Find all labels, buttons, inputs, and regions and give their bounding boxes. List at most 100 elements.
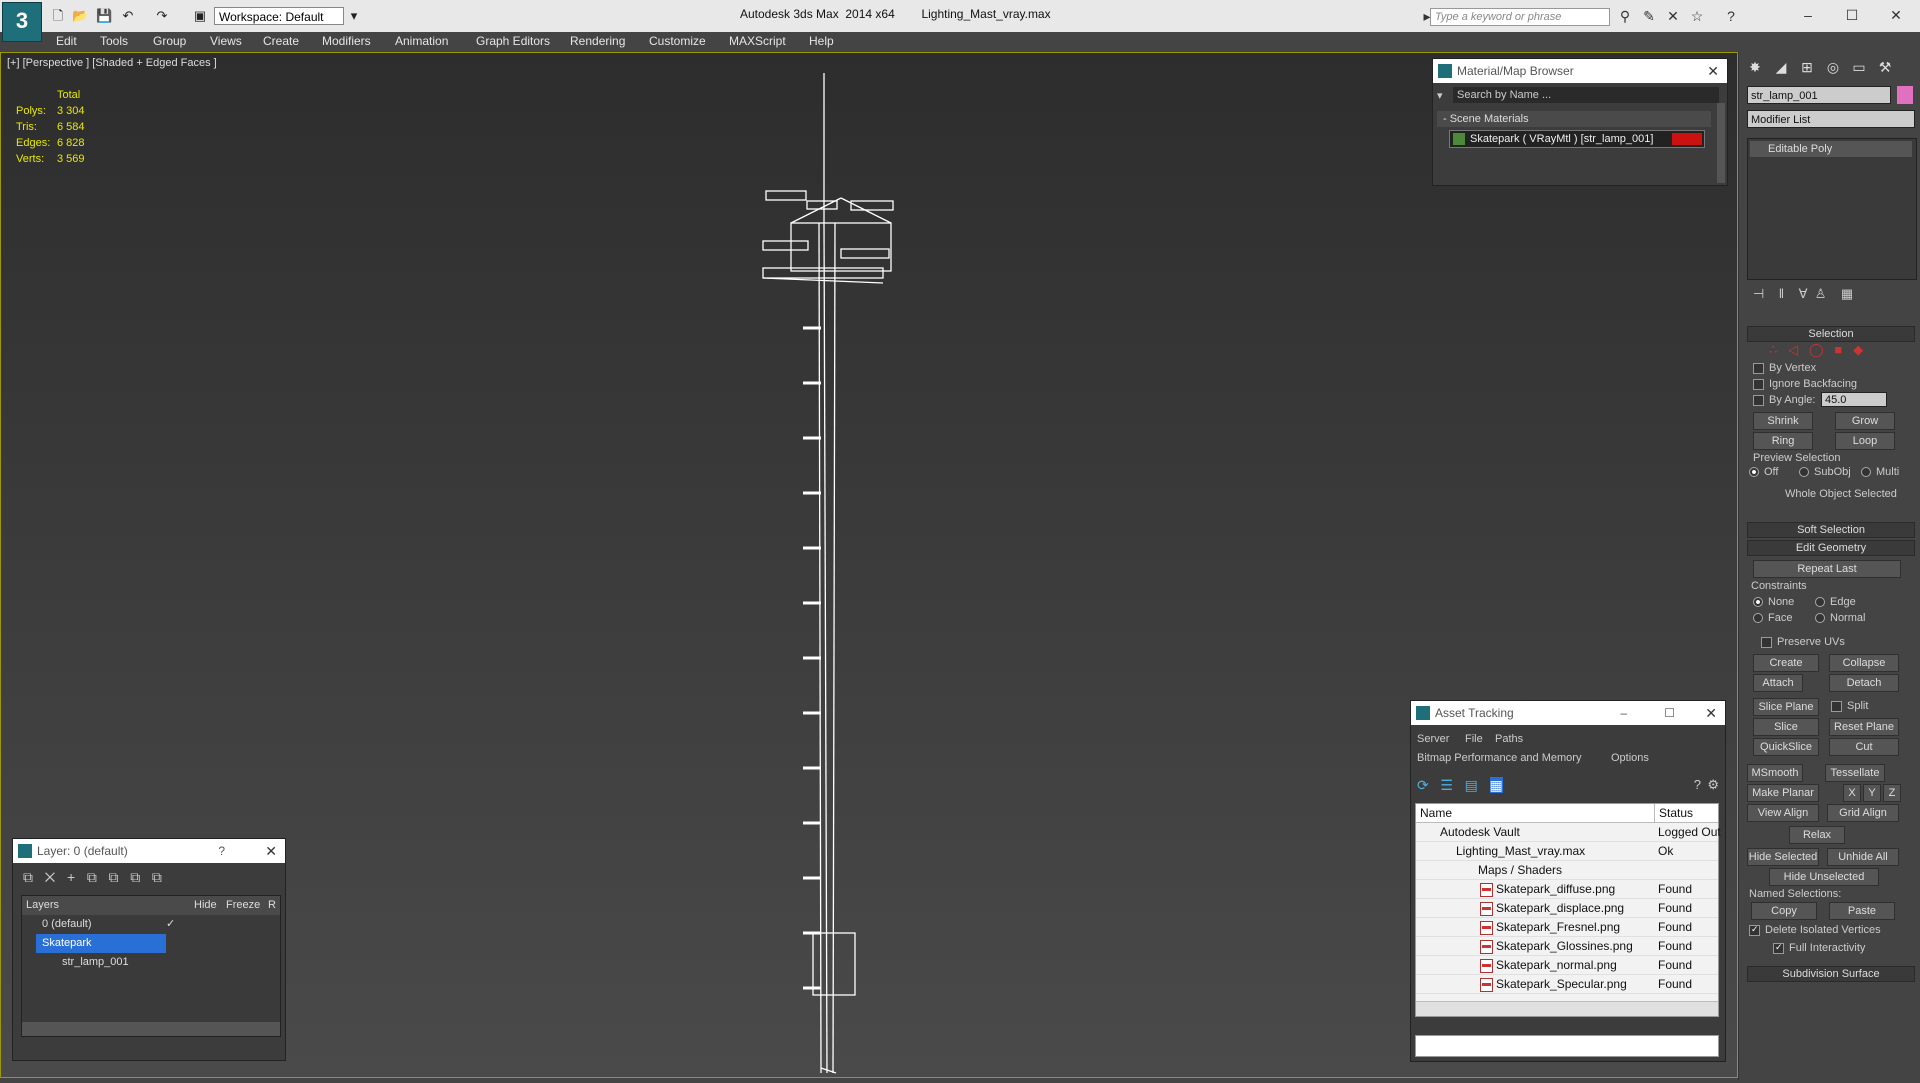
msmooth-button[interactable]: MSmooth xyxy=(1747,764,1803,782)
collapse-button[interactable]: Collapse xyxy=(1829,654,1899,672)
hide-all-icon[interactable]: ⧉ xyxy=(130,869,140,885)
highlight-layer-icon[interactable]: ⧉ xyxy=(109,869,119,885)
menu-maxscript[interactable]: MAXScript xyxy=(729,34,786,48)
close-icon[interactable]: ✕ xyxy=(265,839,277,863)
hide-unselected-button[interactable]: Hide Unselected xyxy=(1769,868,1879,886)
asset-row[interactable]: Skatepark_Fresnel.png Found xyxy=(1416,918,1718,937)
scene-materials-group[interactable]: - Scene Materials xyxy=(1437,111,1711,127)
col-freeze[interactable]: Freeze xyxy=(226,896,260,915)
menu-graph-editors[interactable]: Graph Editors xyxy=(476,34,550,48)
planar-z-button[interactable]: Z xyxy=(1883,784,1901,802)
delete-isolated-checkbox[interactable]: Delete Isolated Vertices xyxy=(1749,924,1881,936)
preview-multi-radio[interactable]: Multi xyxy=(1861,466,1899,478)
freeze-all-icon[interactable]: ⧉ xyxy=(152,869,162,885)
copy-button[interactable]: Copy xyxy=(1751,902,1817,920)
rollout-soft-selection[interactable]: Soft Selection xyxy=(1747,522,1915,538)
help-button[interactable]: ? xyxy=(218,839,225,863)
repeat-last-button[interactable]: Repeat Last xyxy=(1753,560,1901,578)
edge-mode-icon[interactable]: ◁ xyxy=(1788,342,1798,357)
object-name-field[interactable]: str_lamp_001 xyxy=(1747,86,1891,104)
maximize-button[interactable]: ☐ xyxy=(1832,4,1872,26)
col-layers[interactable]: Layers xyxy=(26,896,59,915)
menu-animation[interactable]: Animation xyxy=(395,34,448,48)
col-name[interactable]: Name xyxy=(1420,804,1452,823)
menu-edit[interactable]: Edit xyxy=(56,34,77,48)
constraint-normal-radio[interactable]: Normal xyxy=(1815,612,1865,624)
attach-button[interactable]: Attach xyxy=(1753,674,1803,692)
paste-button[interactable]: Paste xyxy=(1829,902,1895,920)
new-file-icon[interactable]: 🗋 xyxy=(50,8,66,24)
by-angle-checkbox[interactable]: By Angle: xyxy=(1753,394,1815,406)
asset-row[interactable]: Autodesk Vault Logged Out xyxy=(1416,823,1721,842)
make-unique-icon[interactable]: ∀ xyxy=(1799,286,1808,301)
loop-button[interactable]: Loop xyxy=(1835,432,1895,450)
create-layer-icon[interactable]: ⧉ xyxy=(23,869,33,885)
col-status[interactable]: Status xyxy=(1654,804,1693,823)
layer-panel-titlebar[interactable]: Layer: 0 (default) ? ✕ xyxy=(13,839,285,863)
polygon-mode-icon[interactable]: ■ xyxy=(1834,342,1842,357)
select-in-layer-icon[interactable]: ⧉ xyxy=(87,869,97,885)
display-tab-icon[interactable]: ▭ xyxy=(1847,56,1871,78)
relax-button[interactable]: Relax xyxy=(1789,826,1845,844)
asset-menu-file[interactable]: File xyxy=(1465,733,1483,745)
table-view-icon[interactable]: ▦ xyxy=(1489,777,1503,793)
constraint-edge-radio[interactable]: Edge xyxy=(1815,596,1856,608)
refresh-icon[interactable]: ⟳ xyxy=(1417,777,1429,793)
delete-layer-icon[interactable]: ✕ xyxy=(45,869,56,885)
menu-help[interactable]: Help xyxy=(809,34,834,48)
layer-row-default[interactable]: 0 (default) ✓ xyxy=(22,915,280,934)
lighting-mast-model[interactable] xyxy=(741,73,941,1083)
help-search-input[interactable]: Type a keyword or phrase xyxy=(1430,8,1610,26)
constraint-face-radio[interactable]: Face xyxy=(1753,612,1792,624)
shrink-button[interactable]: Shrink xyxy=(1753,412,1813,430)
unhide-all-button[interactable]: Unhide All xyxy=(1827,848,1899,866)
material-browser-titlebar[interactable]: Material/Map Browser ✕ xyxy=(1433,59,1727,83)
pin-stack-icon[interactable]: ⊣ xyxy=(1753,286,1764,301)
menu-create[interactable]: Create xyxy=(263,34,299,48)
border-mode-icon[interactable]: ◯ xyxy=(1809,342,1824,357)
planar-y-button[interactable]: Y xyxy=(1863,784,1881,802)
favorites-star-icon[interactable]: ☆ xyxy=(1688,8,1706,24)
ring-button[interactable]: Ring xyxy=(1753,432,1813,450)
asset-menu-options[interactable]: Options xyxy=(1611,752,1649,764)
help-icon[interactable]: ? xyxy=(1722,8,1740,24)
asset-row[interactable]: Lighting_Mast_vray.max Ok xyxy=(1416,842,1718,861)
asset-row[interactable]: Skatepark_Specular.png Found xyxy=(1416,975,1718,994)
asset-menu-bitmap-performance[interactable]: Bitmap Performance and Memory xyxy=(1417,752,1581,764)
layer-row-object[interactable]: str_lamp_001 xyxy=(22,953,280,972)
menu-customize[interactable]: Customize xyxy=(649,34,706,48)
detail-view-icon[interactable]: ▤ xyxy=(1465,777,1478,793)
close-icon[interactable]: ✕ xyxy=(1705,701,1717,725)
minimize-button[interactable]: – xyxy=(1620,701,1627,725)
make-planar-button[interactable]: Make Planar xyxy=(1747,784,1819,802)
minimize-button[interactable]: – xyxy=(1788,4,1828,26)
slice-button[interactable]: Slice xyxy=(1753,718,1819,736)
preview-off-radio[interactable]: Off xyxy=(1749,466,1778,478)
menu-group[interactable]: Group xyxy=(153,34,186,48)
rollout-selection[interactable]: Selection xyxy=(1747,326,1915,342)
hide-selected-button[interactable]: Hide Selected xyxy=(1747,848,1819,866)
grow-button[interactable]: Grow xyxy=(1835,412,1895,430)
chevron-down-icon[interactable]: ▾ xyxy=(346,8,362,24)
workspace-dropdown[interactable]: Workspace: Default xyxy=(214,7,344,25)
motion-tab-icon[interactable]: ◎ xyxy=(1821,56,1845,78)
rollout-subdivision-surface[interactable]: Subdivision Surface xyxy=(1747,966,1915,982)
show-end-result-icon[interactable]: ‖ xyxy=(1779,286,1784,301)
asset-row[interactable]: Skatepark_normal.png Found xyxy=(1416,956,1718,975)
close-window-button[interactable]: ✕ xyxy=(1876,4,1916,26)
configure-sets-icon[interactable]: ▦ xyxy=(1841,286,1853,301)
col-render[interactable]: R xyxy=(268,896,276,915)
create-tab-icon[interactable]: ✸ xyxy=(1743,56,1767,78)
asset-path-field[interactable] xyxy=(1415,1035,1719,1057)
redo-icon[interactable]: ↷ xyxy=(154,8,170,24)
asset-row[interactable]: Skatepark_Glossines.png Found xyxy=(1416,937,1718,956)
asset-grid-scrollbar[interactable] xyxy=(1416,1001,1718,1016)
close-icon[interactable]: ✕ xyxy=(1707,59,1719,83)
col-hide[interactable]: Hide xyxy=(194,896,217,915)
binoculars-icon[interactable]: ⚲ xyxy=(1616,8,1634,24)
stack-item-editable-poly[interactable]: Editable Poly xyxy=(1750,141,1912,157)
cut-button[interactable]: Cut xyxy=(1829,738,1899,756)
menu-rendering[interactable]: Rendering xyxy=(570,34,625,48)
asset-tracking-titlebar[interactable]: Asset Tracking – ☐ ✕ xyxy=(1411,701,1725,725)
material-search-input[interactable]: Search by Name ... xyxy=(1453,87,1719,103)
